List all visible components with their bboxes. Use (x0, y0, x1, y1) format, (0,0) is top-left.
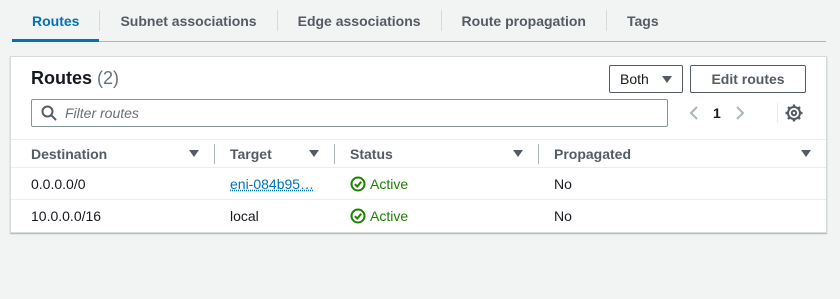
tab-route-propagation[interactable]: Route propagation (442, 0, 606, 41)
route-filter-select[interactable]: Both (609, 65, 683, 93)
cell-status: Active (350, 200, 408, 232)
cell-propagated: No (554, 176, 572, 192)
sort-icon[interactable] (513, 150, 523, 157)
routes-panel: Routes (2) Both Edit routes 1 (10, 56, 827, 233)
column-header-status[interactable]: Status (350, 140, 530, 168)
settings-gear-icon[interactable] (784, 103, 804, 123)
filter-routes-field[interactable] (31, 99, 668, 127)
column-header-label: Propagated (554, 146, 632, 162)
table-row: 10.0.0.0/16 local Active No (11, 200, 826, 232)
sort-icon[interactable] (189, 150, 199, 157)
chevron-left-icon[interactable] (689, 105, 699, 121)
tab-routes[interactable]: Routes (12, 0, 100, 42)
column-divider[interactable] (214, 144, 215, 164)
tab-bar: Routes Subnet associations Edge associat… (12, 0, 826, 42)
column-divider[interactable] (538, 144, 539, 164)
column-header-label: Status (350, 146, 393, 162)
page-number[interactable]: 1 (713, 105, 721, 121)
cell-destination: 10.0.0.0/16 (31, 208, 102, 224)
cell-target: local (230, 208, 259, 224)
route-filter-select-value: Both (620, 71, 649, 87)
chevron-right-icon[interactable] (735, 105, 745, 121)
column-header-label: Target (230, 146, 272, 162)
table-row: 0.0.0.0/0 eni-084b95… Active No (11, 168, 826, 200)
status-text: Active (370, 208, 409, 224)
route-count: (2) (97, 68, 120, 88)
table-header: Destination Target Status Propagated (11, 139, 826, 168)
status-text: Active (370, 176, 409, 192)
pagination: 1 (689, 103, 745, 123)
column-divider[interactable] (334, 144, 335, 164)
filter-routes-input[interactable] (65, 105, 645, 121)
panel-title: Routes (2) (31, 68, 119, 89)
column-header-destination[interactable]: Destination (31, 140, 211, 168)
pagination-divider (777, 103, 778, 123)
panel-title-text: Routes (31, 68, 93, 88)
target-link[interactable]: eni-084b95… (230, 176, 314, 192)
status-success-icon (350, 176, 366, 192)
edit-routes-button[interactable]: Edit routes (690, 65, 806, 93)
cell-propagated: No (554, 208, 572, 224)
tab-tags[interactable]: Tags (607, 0, 679, 41)
column-header-target[interactable]: Target (230, 140, 330, 168)
column-header-propagated[interactable]: Propagated (554, 140, 814, 168)
status-success-icon (350, 208, 366, 224)
caret-down-icon (662, 75, 672, 83)
column-header-label: Destination (31, 146, 108, 162)
cell-status: Active (350, 168, 408, 200)
sort-icon[interactable] (309, 150, 319, 157)
tab-edge-associations[interactable]: Edge associations (278, 0, 441, 41)
cell-target: eni-084b95… (230, 168, 330, 200)
search-icon (41, 105, 57, 121)
sort-icon[interactable] (801, 150, 811, 157)
cell-destination: 0.0.0.0/0 (31, 176, 86, 192)
tab-subnet-associations[interactable]: Subnet associations (100, 0, 276, 41)
